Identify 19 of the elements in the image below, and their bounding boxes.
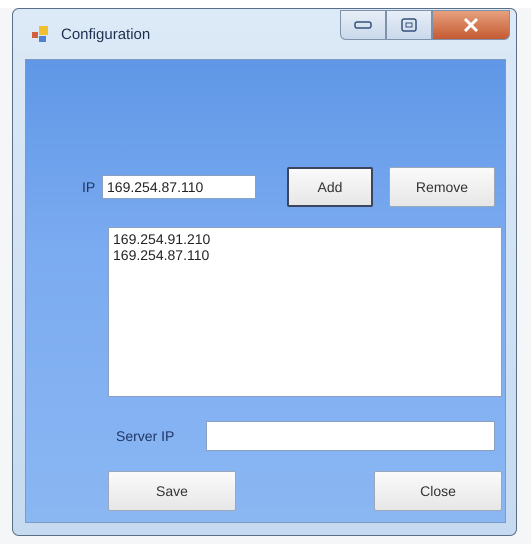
server-ip-field[interactable] [206,421,495,451]
close-button[interactable] [432,10,510,40]
save-button[interactable]: Save [108,471,236,511]
list-item[interactable]: 169.254.87.110 [113,247,497,263]
remove-button[interactable]: Remove [389,167,495,207]
minimize-button[interactable] [340,10,386,40]
server-ip-label: Server IP [116,428,176,444]
maximize-button[interactable] [386,10,432,40]
app-icon [31,24,51,44]
window-title: Configuration [61,26,150,42]
maximize-icon [401,18,417,32]
ip-label: IP [82,179,96,195]
add-button[interactable]: Add [287,167,373,207]
list-item[interactable]: 169.254.91.210 [113,231,497,247]
close-icon [463,18,479,32]
ip-list[interactable]: 169.254.91.210 169.254.87.110 [108,227,502,397]
minimize-icon [354,21,372,29]
ip-field[interactable]: 169.254.87.110 [102,175,256,199]
close-dialog-button[interactable]: Close [374,471,502,511]
